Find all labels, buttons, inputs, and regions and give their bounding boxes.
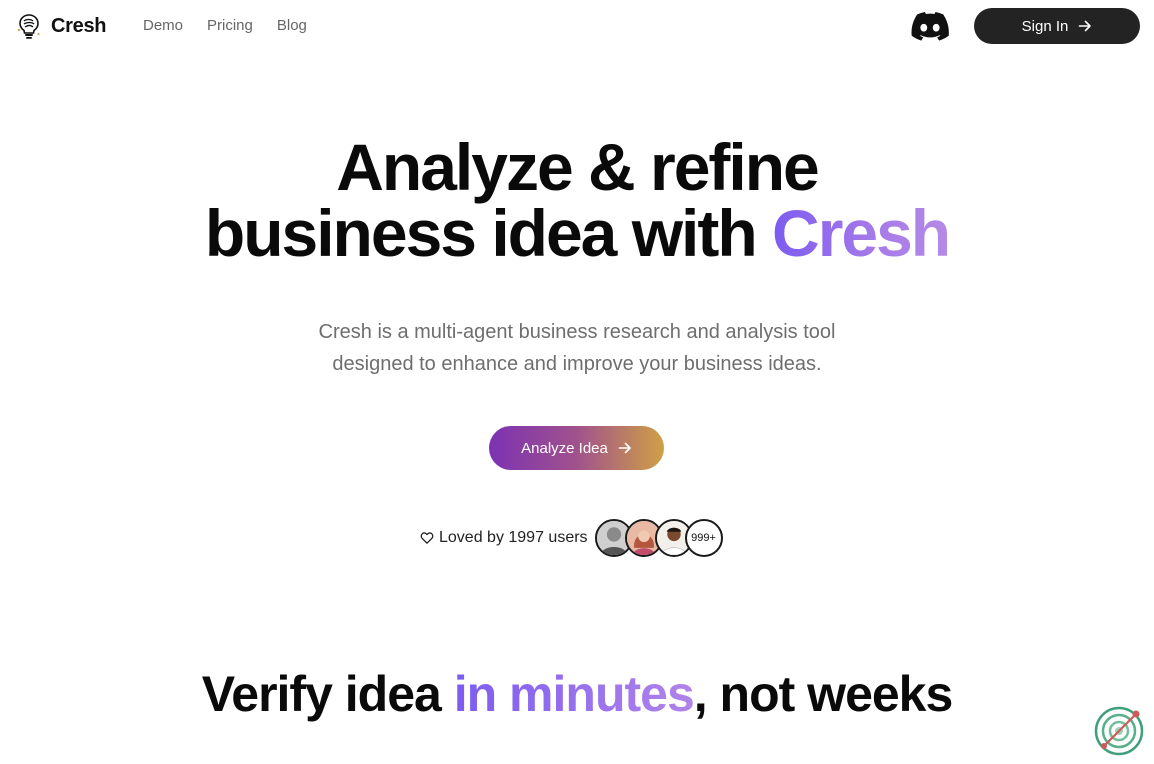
hero-title-line-2: business idea with Cresh (0, 200, 1154, 266)
heart-icon (420, 532, 434, 544)
sign-in-button[interactable]: Sign In (974, 8, 1140, 44)
nav-demo-link[interactable]: Demo (143, 16, 183, 36)
hero-title: Analyze & refine business idea with Cres… (0, 134, 1154, 266)
analyze-idea-button[interactable]: Analyze Idea (489, 426, 664, 470)
discord-icon (911, 12, 949, 41)
nav-blog-link[interactable]: Blog (277, 16, 307, 36)
arrow-right-icon (618, 442, 631, 454)
site-header: Cresh Demo Pricing Blog Sign In (0, 0, 1154, 52)
hero-title-line-2-text: business idea with (204, 196, 773, 270)
user-avatars: 999+ (594, 519, 723, 557)
arrow-right-icon (1079, 20, 1092, 32)
lightbulb-logo-icon (17, 14, 40, 39)
logo-link[interactable]: Cresh (16, 12, 107, 40)
hero-subtitle-line-2: designed to enhance and improve your bus… (332, 353, 822, 375)
social-proof: Loved by 1997 users 999+ (420, 518, 723, 558)
discord-link[interactable] (911, 12, 949, 41)
logo-text: Cresh (51, 15, 107, 37)
analyze-idea-label: Analyze Idea (521, 439, 608, 457)
main-nav: Demo Pricing Blog (143, 16, 307, 36)
hero-title-line-1: Analyze & refine (336, 130, 820, 204)
hero-title-highlight: Cresh (772, 196, 951, 270)
section-title: Verify idea in minutes, not weeks (0, 666, 1154, 722)
landing-page: Cresh Demo Pricing Blog Sign In Analyze … (0, 0, 1154, 764)
sign-in-label: Sign In (1021, 17, 1069, 35)
hero-subtitle-line-1: Cresh is a multi-agent business research… (318, 321, 836, 343)
chat-widget-button[interactable] (1092, 704, 1146, 758)
section-title-suffix: , not weeks (693, 666, 954, 722)
chat-widget-icon (1094, 706, 1144, 756)
loved-by-label: Loved by 1997 users (439, 529, 588, 546)
section-title-highlight: in minutes (453, 666, 695, 722)
section-title-prefix: Verify idea (201, 666, 454, 722)
avatar-count-badge: 999+ (684, 519, 723, 557)
nav-pricing-link[interactable]: Pricing (207, 16, 253, 36)
hero-subtitle: Cresh is a multi-agent business research… (0, 316, 1154, 380)
loved-by-text: Loved by 1997 users (420, 529, 588, 547)
